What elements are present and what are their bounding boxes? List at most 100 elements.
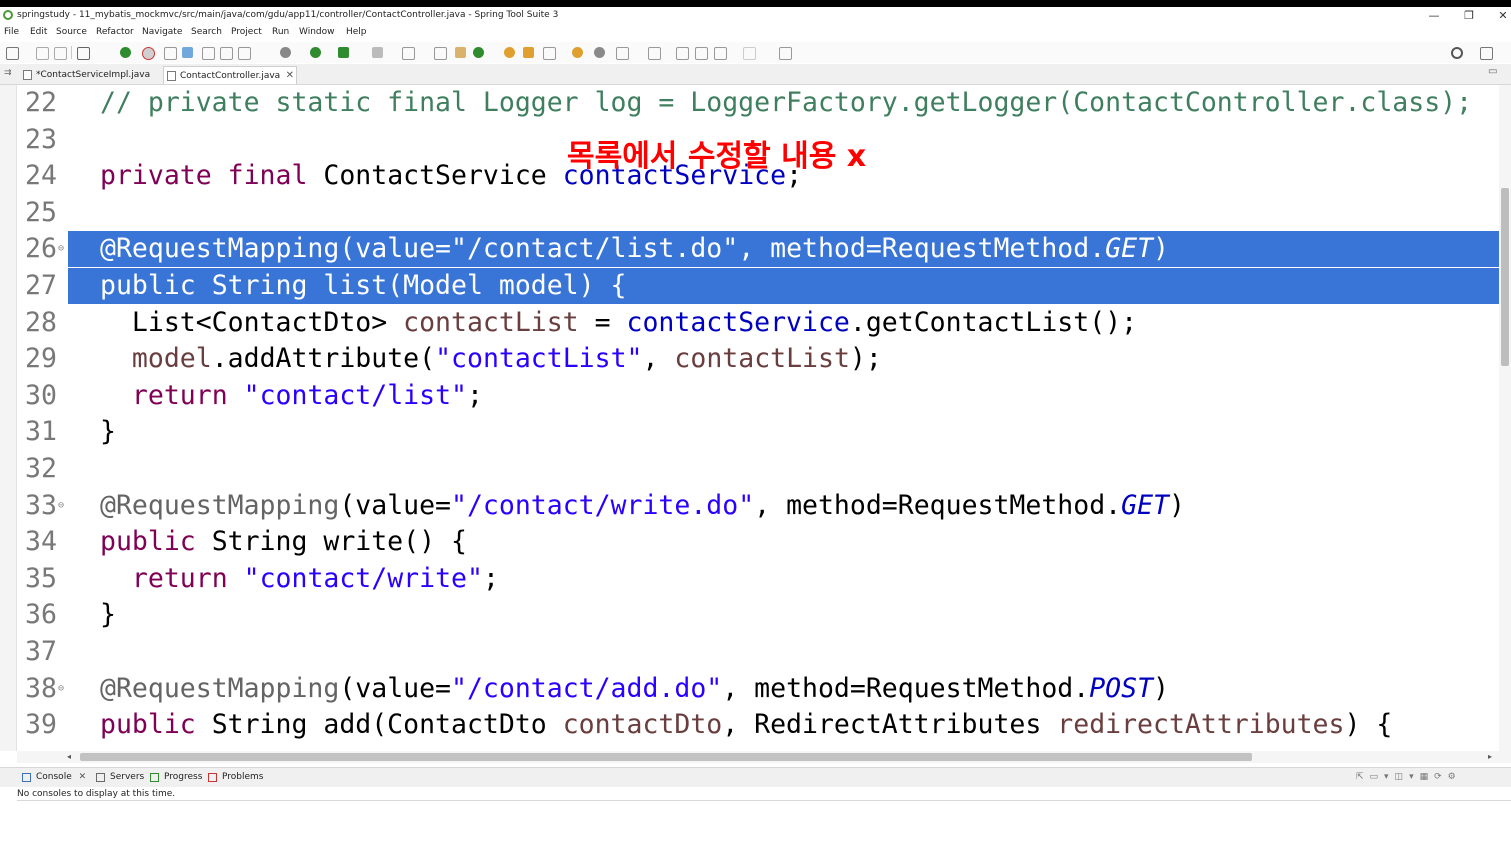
code-line[interactable]: 29 model.addAttribute("contactList", con… (17, 341, 1499, 377)
tab-servers[interactable]: Servers (96, 772, 144, 782)
line-number: 35 (25, 562, 57, 594)
open-type-icon[interactable] (504, 47, 515, 58)
new-package-icon[interactable] (434, 47, 447, 60)
code-text: return "contact/list"; (100, 378, 483, 414)
tab-list-icon[interactable]: ⇉ (4, 68, 12, 78)
code-text: public String add(ContactDto contactDto,… (100, 707, 1392, 743)
tab-console[interactable]: Console ✕ (22, 772, 86, 782)
coverage-icon[interactable] (338, 47, 349, 58)
code-editor[interactable]: 22 // private static final Logger log = L… (17, 85, 1499, 751)
minimize-button[interactable]: — (1425, 8, 1443, 24)
code-token: private final (100, 160, 308, 192)
menu-window[interactable]: Window (299, 27, 335, 37)
code-text: } (100, 597, 116, 633)
terminal-icon[interactable] (77, 47, 90, 60)
fold-toggle-icon[interactable]: ⊖ (58, 671, 64, 707)
fold-toggle-icon[interactable]: ⊖ (58, 488, 64, 524)
tab-problems[interactable]: Problems (208, 772, 263, 782)
close-button[interactable]: ✕ (1494, 8, 1511, 24)
previous-annotation-icon[interactable] (648, 47, 661, 60)
menu-help[interactable]: Help (346, 27, 367, 37)
horizontal-scroll-thumb[interactable] (80, 753, 1252, 761)
line-number: 29 (25, 343, 57, 375)
code-line[interactable]: 38 ⊖ @RequestMapping(value="/contact/add.d… (17, 671, 1499, 707)
close-icon[interactable]: ✕ (286, 67, 294, 85)
back-arrow-icon[interactable] (714, 47, 727, 60)
line-number: 22 (25, 87, 57, 118)
code-line[interactable]: 25 (17, 195, 1499, 231)
fold-toggle-icon[interactable]: ⊖ (58, 231, 64, 267)
code-text: public String list(Model model) { (100, 268, 627, 304)
menu-edit[interactable]: Edit (30, 27, 47, 37)
tab-progress[interactable]: Progress (150, 772, 202, 782)
open-console-icon[interactable] (779, 47, 792, 60)
code-line[interactable]: 30 return "contact/list"; (17, 378, 1499, 414)
perspective-icon[interactable] (1480, 47, 1493, 60)
code-line[interactable]: 36} (17, 597, 1499, 633)
menu-run[interactable]: Run (272, 27, 289, 37)
debug-icon[interactable] (280, 47, 291, 58)
vertical-scrollbar[interactable] (1499, 85, 1511, 751)
console-divider (17, 800, 1511, 801)
open-task-icon[interactable] (523, 47, 534, 58)
new-project-icon[interactable] (473, 47, 484, 58)
tab-servers-label: Servers (110, 772, 145, 782)
line-number: 25 (25, 196, 57, 228)
pen-icon[interactable] (543, 47, 556, 60)
search-icon[interactable] (1451, 47, 1463, 59)
horizontal-scrollbar[interactable]: ◂ ▸ (17, 751, 1511, 763)
menu-search[interactable]: Search (191, 27, 222, 37)
code-line[interactable]: 33 ⊖ @RequestMapping(value="/contact/write… (17, 488, 1499, 524)
code-token: String list(Model model) { (195, 270, 627, 301)
new-icon[interactable] (6, 47, 19, 60)
code-line[interactable]: 34 public String write() { (17, 524, 1499, 560)
code-text: return "contact/write"; (100, 561, 499, 597)
scroll-right-icon[interactable]: ▸ (1488, 752, 1492, 761)
menu-navigate[interactable]: Navigate (142, 27, 182, 37)
code-token: GET (1105, 233, 1154, 265)
code-line[interactable]: 27 public String list(Model model) { (25, 268, 1499, 304)
code-line[interactable]: 37 (17, 634, 1499, 670)
tab-contact-controller[interactable]: ContactController.java ✕ (163, 66, 297, 84)
new-class-icon[interactable] (455, 47, 466, 58)
globe-icon[interactable] (594, 47, 605, 58)
run-icon[interactable] (310, 47, 321, 58)
link-icon[interactable] (202, 47, 215, 60)
forward-arrow-icon[interactable] (743, 47, 756, 60)
skip-breakpoints-icon[interactable] (98, 47, 109, 58)
code-line[interactable]: 39 public String add(ContactDto contactDt… (17, 707, 1499, 743)
vertical-scroll-thumb[interactable] (1501, 188, 1509, 366)
mark-occurrences-icon[interactable] (182, 47, 193, 58)
tab-contact-service-impl[interactable]: *ContactServiceImpl.java (20, 66, 164, 84)
menu-source[interactable]: Source (56, 27, 87, 37)
code-line[interactable]: 28 List<ContactDto> contactList = contac… (17, 305, 1499, 341)
code-line[interactable]: 32 (17, 451, 1499, 487)
minimize-view-icon[interactable]: ▭ (1488, 66, 1497, 77)
spring-boot-icon[interactable] (120, 47, 131, 58)
block-select-icon[interactable] (220, 47, 233, 60)
last-edit-icon[interactable] (676, 47, 689, 60)
code-line[interactable]: 26 ⊖ @RequestMapping(value="/contact/list.… (25, 231, 1499, 268)
code-line[interactable]: 31} (17, 414, 1499, 450)
search-task-icon[interactable] (572, 47, 583, 58)
save-all-icon[interactable] (54, 47, 67, 60)
code-line[interactable]: 22 // private static final Logger log = L… (17, 85, 1499, 121)
code-line[interactable]: 35 return "contact/write"; (17, 561, 1499, 597)
console-toolbar-icons[interactable]: ⇱▭▾◫▾▦⟳⚙ (1356, 772, 1462, 782)
menu-refactor[interactable]: Refactor (96, 27, 134, 37)
scroll-left-icon[interactable]: ◂ (67, 752, 71, 761)
save-icon[interactable] (36, 47, 49, 60)
menu-project[interactable]: Project (231, 27, 262, 37)
pin-icon[interactable] (164, 47, 177, 60)
refresh-icon[interactable] (142, 47, 155, 60)
back-icon[interactable] (695, 47, 708, 60)
close-icon[interactable]: ✕ (79, 772, 87, 782)
restore-button[interactable]: ❐ (1460, 8, 1478, 24)
stop-icon[interactable] (372, 47, 383, 58)
code-token: public (100, 526, 196, 558)
next-annotation-icon[interactable] (616, 47, 629, 60)
menu-file[interactable]: File (4, 27, 19, 37)
whitespace-icon[interactable] (238, 47, 251, 60)
code-token: (value= (339, 672, 452, 704)
external-tools-icon[interactable] (402, 47, 415, 60)
